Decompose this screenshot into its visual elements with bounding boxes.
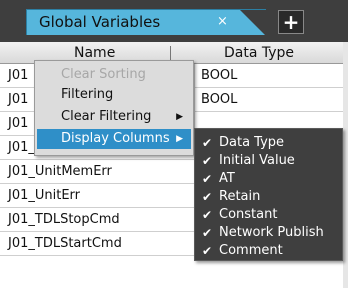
cell-data-type[interactable]: BOOL bbox=[195, 88, 345, 111]
submenu-arrow-icon: ▶ bbox=[176, 112, 183, 122]
menu-item-label: Display Columns bbox=[61, 131, 170, 146]
submenu-item-label: Data Type bbox=[219, 135, 285, 150]
column-header-data-type[interactable]: Data Type bbox=[224, 45, 294, 61]
check-icon: ✔ bbox=[202, 226, 213, 240]
close-icon[interactable]: × bbox=[217, 14, 228, 29]
submenu-item-label: Network Publish bbox=[219, 225, 324, 240]
menu-item-clear-sorting[interactable]: Clear Sorting bbox=[37, 65, 191, 85]
cell-name[interactable]: J01_TDLStopCmd bbox=[0, 208, 195, 231]
context-menu: Clear Sorting Filtering Clear Filtering … bbox=[34, 60, 194, 156]
check-icon: ✔ bbox=[202, 244, 213, 258]
submenu-item-label: Comment bbox=[219, 243, 283, 258]
tab-notch bbox=[240, 10, 266, 36]
check-icon: ✔ bbox=[202, 136, 213, 150]
check-icon: ✔ bbox=[202, 154, 213, 168]
tab-bar: Global Variables × + bbox=[0, 0, 348, 42]
add-tab-button[interactable]: + bbox=[278, 10, 304, 34]
submenu-item-at[interactable]: ✔ AT bbox=[195, 170, 342, 188]
tab-global-variables[interactable]: Global Variables × bbox=[26, 9, 266, 36]
submenu-item-constant[interactable]: ✔ Constant bbox=[195, 206, 342, 224]
column-header-name[interactable]: Name bbox=[74, 45, 115, 61]
menu-item-label: Clear Sorting bbox=[61, 67, 146, 82]
check-icon: ✔ bbox=[202, 190, 213, 204]
submenu-item-network-publish[interactable]: ✔ Network Publish bbox=[195, 224, 342, 242]
menu-item-label: Clear Filtering bbox=[61, 109, 152, 124]
submenu-item-data-type[interactable]: ✔ Data Type bbox=[195, 134, 342, 152]
submenu-item-retain[interactable]: ✔ Retain bbox=[195, 188, 342, 206]
display-columns-submenu: ✔ Data Type ✔ Initial Value ✔ AT ✔ Retai… bbox=[194, 128, 343, 261]
submenu-item-label: Constant bbox=[219, 207, 278, 222]
cell-name[interactable]: J01_TDLStartCmd bbox=[0, 232, 195, 255]
menu-item-filtering[interactable]: Filtering bbox=[37, 85, 191, 105]
submenu-item-initial-value[interactable]: ✔ Initial Value bbox=[195, 152, 342, 170]
check-icon: ✔ bbox=[202, 208, 213, 222]
cell-name[interactable]: J01_UnitMemErr bbox=[0, 160, 195, 183]
cell-name[interactable]: J01_UnitErr bbox=[0, 184, 195, 207]
column-separator[interactable] bbox=[170, 46, 171, 60]
tab-title: Global Variables bbox=[39, 13, 161, 31]
submenu-arrow-icon: ▶ bbox=[176, 134, 183, 144]
menu-item-display-columns[interactable]: Display Columns ▶ bbox=[37, 129, 191, 149]
menu-item-label: Filtering bbox=[61, 87, 114, 102]
submenu-item-label: Initial Value bbox=[219, 153, 295, 168]
submenu-item-comment[interactable]: ✔ Comment bbox=[195, 242, 342, 260]
menu-item-clear-filtering[interactable]: Clear Filtering ▶ bbox=[37, 107, 191, 127]
submenu-item-label: AT bbox=[219, 171, 235, 186]
vertical-scrollbar[interactable] bbox=[343, 42, 348, 288]
cell-data-type[interactable]: BOOL bbox=[195, 64, 345, 87]
submenu-item-label: Retain bbox=[219, 189, 261, 204]
check-icon: ✔ bbox=[202, 172, 213, 186]
